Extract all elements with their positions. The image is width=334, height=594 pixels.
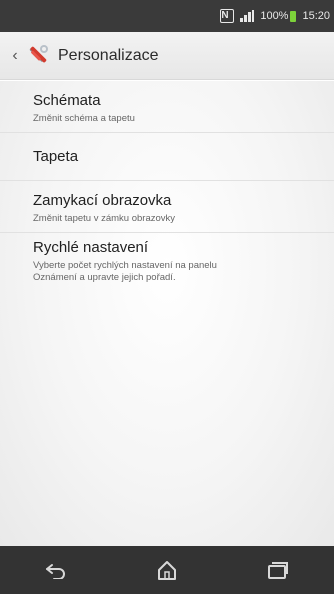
- home-icon[interactable]: [147, 555, 187, 585]
- settings-item-tapeta[interactable]: Tapeta: [0, 133, 334, 181]
- settings-item-subtitle: Změnit tapetu v zámku obrazovky: [33, 213, 176, 224]
- recent-apps-icon[interactable]: [258, 555, 298, 585]
- navigation-bar: [0, 546, 334, 594]
- back-arrow-icon[interactable]: ‹: [8, 47, 22, 65]
- settings-item-subtitle: Vyberte počet rychlých nastavení na pane…: [33, 260, 334, 284]
- settings-item-title: Rychlé nastavení: [33, 239, 149, 256]
- back-icon[interactable]: [36, 555, 76, 585]
- settings-item-title: Zamykací obrazovka: [33, 192, 172, 209]
- settings-item-title: Tapeta: [33, 148, 79, 165]
- settings-item-subtitle-line2: Oznámení a upravte jejich pořadí.: [33, 272, 176, 283]
- battery-icon: [290, 10, 297, 22]
- signal-icon: [240, 10, 255, 22]
- status-bar: N 100% 15:20: [0, 0, 334, 32]
- action-bar: ‹ Personalizace: [0, 32, 334, 80]
- personalization-tools-icon[interactable]: [22, 41, 52, 71]
- settings-list: Schémata Změnit schéma a tapetu Tapeta Z…: [0, 81, 334, 546]
- settings-item-subtitle: Změnit schéma a tapetu: [33, 113, 135, 124]
- settings-item-quick-settings[interactable]: Rychlé nastavení Vyberte počet rychlých …: [0, 233, 334, 319]
- settings-item-title: Schémata: [33, 92, 101, 109]
- settings-item-subtitle-line1: Vyberte počet rychlých nastavení na pane…: [33, 260, 217, 271]
- battery-percent: 100%: [260, 10, 289, 22]
- nfc-icon: N: [220, 9, 235, 23]
- clock: 15:20: [302, 10, 330, 22]
- settings-item-schemata[interactable]: Schémata Změnit schéma a tapetu: [0, 81, 334, 133]
- page-title: Personalizace: [58, 46, 159, 64]
- settings-item-lockscreen[interactable]: Zamykací obrazovka Změnit tapetu v zámku…: [0, 181, 334, 233]
